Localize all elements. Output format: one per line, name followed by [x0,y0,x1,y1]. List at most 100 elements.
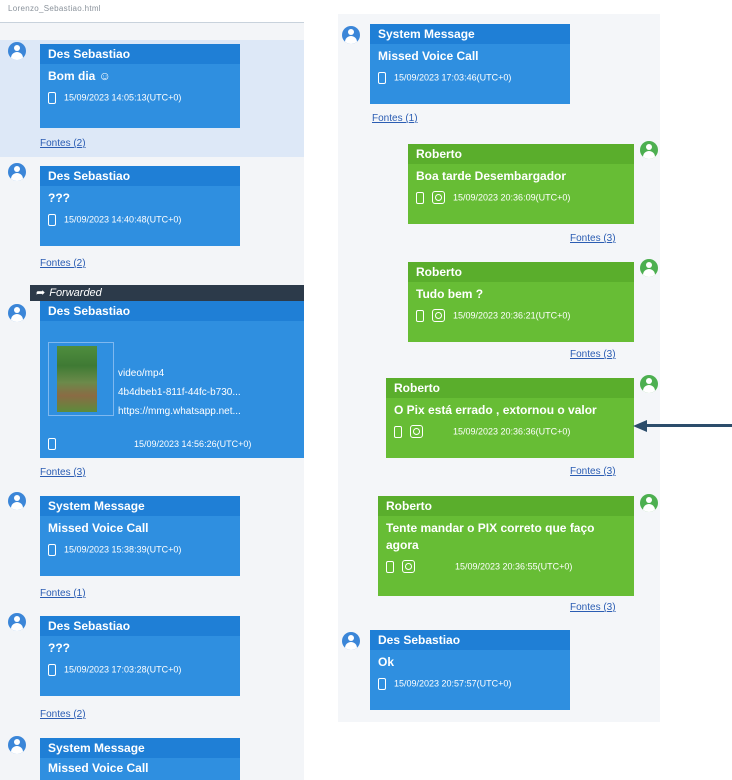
message-text: Ok [378,655,395,669]
message-sender: Des Sebastiao [40,166,240,186]
message-sender: Roberto [408,262,634,282]
message-bubble[interactable]: Roberto O Pix está errado , extornou o v… [386,378,634,458]
fontes-link[interactable]: Fontes (1) [40,588,86,599]
phone-icon [394,425,402,438]
message-meta: 15/09/2023 14:05:13(UTC+0) [40,87,240,107]
fontes-link[interactable]: Fontes (1) [372,113,418,124]
message-meta: 15/09/2023 15:38:39(UTC+0) [40,539,240,559]
user-avatar-icon [640,375,658,393]
user-avatar-icon [8,163,26,181]
sticker-icon [432,309,445,323]
phone-icon [378,71,386,84]
message-sender: System Message [40,738,240,758]
message-bubble[interactable]: System Message Missed Voice Call [40,738,240,780]
message-bubble[interactable]: Des Sebastiao Ok 15/09/2023 20:57:57(UTC… [370,630,570,710]
message-timestamp: 15/09/2023 20:36:36(UTC+0) [453,426,571,437]
forwarded-label: Forwarded [49,287,102,299]
message-text: Missed Voice Call [48,521,149,535]
chat-column-right: System Message Missed Voice Call 15/09/2… [338,14,660,722]
message-bubble[interactable]: Roberto Tente mandar o PIX correto que f… [378,496,634,596]
video-thumbnail[interactable] [48,342,114,416]
phone-icon [416,309,424,322]
message-timestamp: 15/09/2023 14:05:13(UTC+0) [64,92,182,103]
message-meta: 15/09/2023 14:40:48(UTC+0) [40,209,240,229]
forwarded-bar: ➦ Forwarded [30,285,304,301]
fontes-link[interactable]: Fontes (3) [40,467,86,478]
media-type: video/mp4 [118,368,165,379]
message-sender: System Message [40,496,240,516]
message-bubble[interactable]: Roberto Boa tarde Desembargador 15/09/20… [408,144,634,224]
message-meta: 15/09/2023 20:36:55(UTC+0) [378,556,634,576]
message-text: ??? [48,641,70,655]
user-avatar-icon [8,492,26,510]
message-meta: 15/09/2023 17:03:46(UTC+0) [370,67,570,87]
phone-icon [48,213,56,226]
message-sender: Des Sebastiao [40,301,304,321]
phone-icon [378,677,386,690]
message-timestamp: 15/09/2023 20:36:21(UTC+0) [453,310,571,321]
message-bubble[interactable]: Des Sebastiao video/mp4 4b4dbeb1-811f-44… [40,301,304,458]
phone-icon [48,663,56,676]
user-avatar-icon [8,42,26,60]
message-text: ??? [48,191,70,205]
user-avatar-icon [342,632,360,650]
message-meta: 15/09/2023 14:56:26(UTC+0) [40,433,304,453]
fontes-link[interactable]: Fontes (2) [40,258,86,269]
phone-icon [48,437,56,450]
message-sender: Roberto [386,378,634,398]
video-preview-image [57,346,97,412]
message-bubble[interactable]: System Message Missed Voice Call 15/09/2… [370,24,570,104]
sticker-icon [432,191,445,205]
phone-icon [386,560,394,573]
message-meta: 15/09/2023 20:36:36(UTC+0) [386,421,634,441]
message-text: Tudo bem ? [416,287,484,301]
message-bubble[interactable]: Roberto Tudo bem ? 15/09/2023 20:36:21(U… [408,262,634,342]
fontes-link[interactable]: Fontes (2) [40,709,86,720]
message-text: Bom dia ☺ [48,69,111,83]
message-timestamp: 15/09/2023 14:40:48(UTC+0) [64,214,182,225]
user-avatar-icon [8,304,26,322]
message-bubble[interactable]: Des Sebastiao ??? 15/09/2023 14:40:48(UT… [40,166,240,246]
phone-icon [416,191,424,204]
message-meta: 15/09/2023 20:57:57(UTC+0) [370,673,570,693]
message-text: Missed Voice Call [48,761,149,775]
top-bar: Lorenzo_Sebastiao.html [0,0,304,23]
fontes-link[interactable]: Fontes (3) [570,602,616,613]
message-bubble[interactable]: Des Sebastiao ??? 15/09/2023 17:03:28(UT… [40,616,240,696]
forward-arrow-icon: ➦ [36,287,46,299]
fontes-link[interactable]: Fontes (3) [570,466,616,477]
user-avatar-icon [8,613,26,631]
message-timestamp: 15/09/2023 17:03:46(UTC+0) [394,72,512,83]
message-sender: Roberto [408,144,634,164]
fontes-link[interactable]: Fontes (3) [570,349,616,360]
user-avatar-icon [640,494,658,512]
sticker-icon [410,425,423,439]
message-sender: Des Sebastiao [40,616,240,636]
left-arrow-icon [633,420,732,432]
message-text: Boa tarde Desembargador [416,169,567,183]
message-timestamp: 15/09/2023 14:56:26(UTC+0) [134,438,252,449]
message-text: Tente mandar o PIX correto que faço agor… [386,521,595,552]
user-avatar-icon [8,736,26,754]
message-sender: System Message [370,24,570,44]
message-meta: 15/09/2023 20:36:09(UTC+0) [408,187,634,207]
message-bubble[interactable]: System Message Missed Voice Call 15/09/2… [40,496,240,576]
phone-icon [48,91,56,104]
user-avatar-icon [640,259,658,277]
message-timestamp: 15/09/2023 20:57:57(UTC+0) [394,678,512,689]
message-bubble[interactable]: Des Sebastiao Bom dia ☺ 15/09/2023 14:05… [40,44,240,128]
media-url[interactable]: https://mmg.whatsapp.net... [118,406,241,417]
media-id: 4b4dbeb1-811f-44fc-b730... [118,387,241,398]
message-text: O Pix está errado , extornou o valor [394,403,597,417]
message-timestamp: 15/09/2023 17:03:28(UTC+0) [64,664,182,675]
message-timestamp: 15/09/2023 15:38:39(UTC+0) [64,544,182,555]
message-meta: 15/09/2023 17:03:28(UTC+0) [40,659,240,679]
message-meta: 15/09/2023 20:36:21(UTC+0) [408,305,634,325]
message-text: Missed Voice Call [378,49,479,63]
sticker-icon [402,560,415,574]
fontes-link[interactable]: Fontes (3) [570,233,616,244]
message-sender: Roberto [378,496,634,516]
message-timestamp: 15/09/2023 20:36:09(UTC+0) [453,192,571,203]
user-avatar-icon [342,26,360,44]
fontes-link[interactable]: Fontes (2) [40,138,86,149]
